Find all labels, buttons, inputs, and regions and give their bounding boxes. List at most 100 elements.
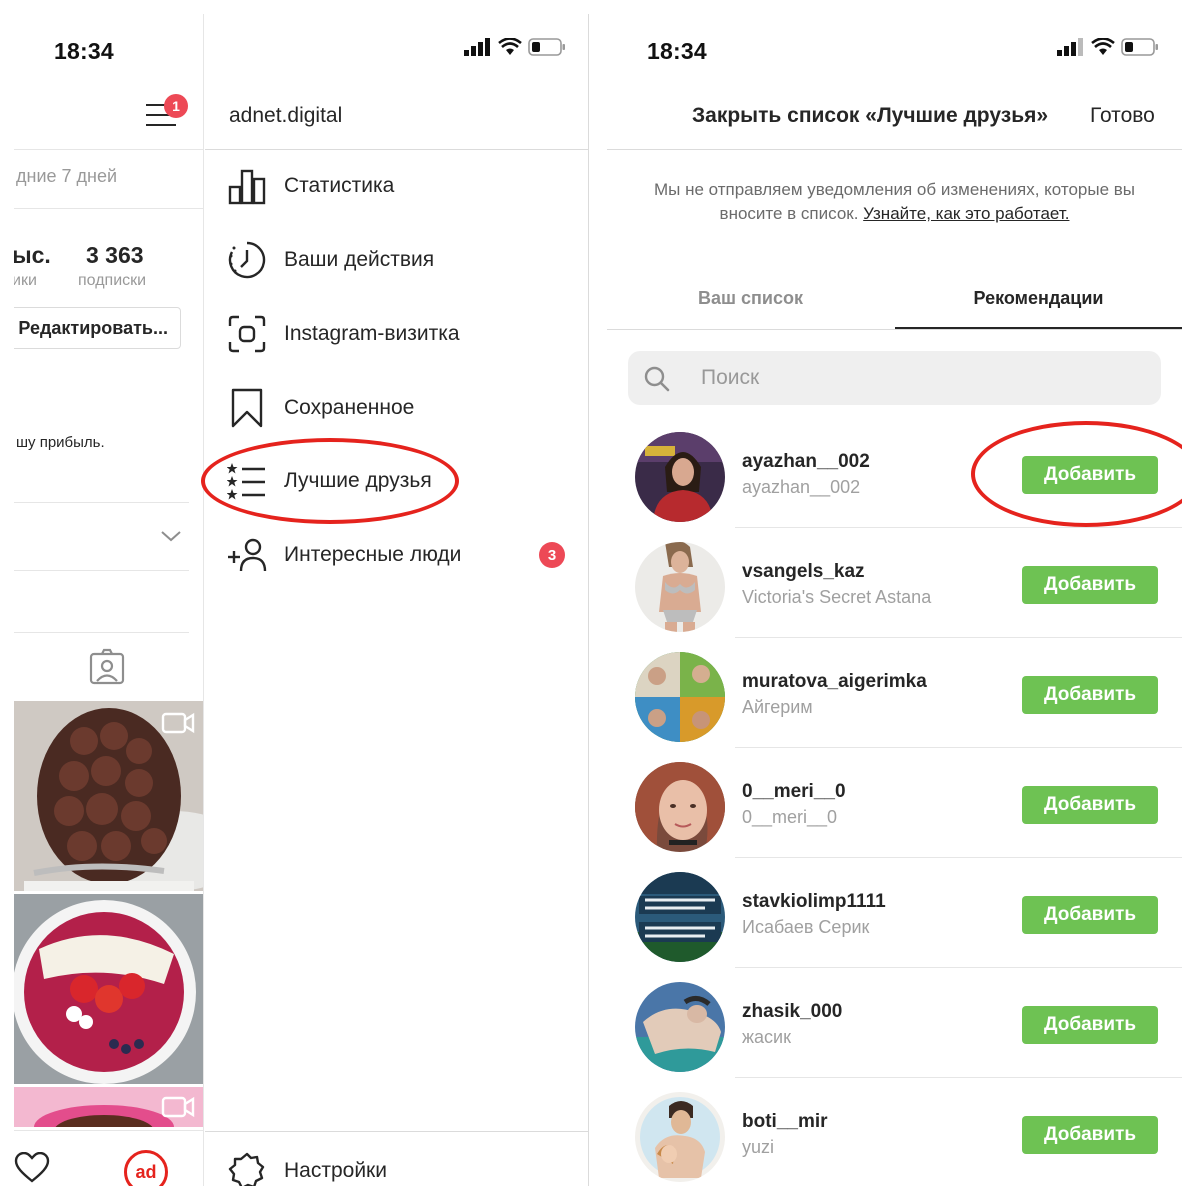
add-button[interactable]: Добавить xyxy=(1022,676,1158,714)
insights-divider xyxy=(14,208,203,209)
bio-divider xyxy=(14,502,189,503)
header-divider xyxy=(14,149,203,150)
stat-following-label: подписки xyxy=(78,272,147,289)
search-bar[interactable] xyxy=(628,351,1161,405)
left-screen: 18:34 1 дние 7 дней ыс. ики 3 363 подпис… xyxy=(14,14,589,1186)
full-name: yuzi xyxy=(742,1137,775,1157)
add-button[interactable]: Добавить xyxy=(1022,1116,1158,1154)
battery-icon xyxy=(1121,38,1158,56)
tabs-divider xyxy=(14,632,189,633)
post-thumbnail-partial[interactable] xyxy=(14,1087,203,1127)
post-thumbnail-chocolate[interactable] xyxy=(14,701,203,891)
list-item[interactable]: muratova_aigerimka Айгерим Добавить xyxy=(607,638,1182,748)
menu-item-nametag[interactable]: Instagram-визитка xyxy=(205,304,588,364)
bottom-bar-divider xyxy=(14,1130,203,1131)
full-name: Айгерим xyxy=(742,697,813,717)
tagged-photos-icon[interactable] xyxy=(88,648,126,686)
post-thumbnail-smoothie-bowl[interactable] xyxy=(14,894,203,1084)
menu-item-discover-people[interactable]: Интересные люди 3 xyxy=(205,525,588,585)
notification-badge: 3 xyxy=(539,542,565,568)
menu-item-settings[interactable]: Настройки xyxy=(205,1141,588,1186)
stat-followers-label: ики xyxy=(14,272,37,289)
menu-notification-badge: 1 xyxy=(164,94,188,118)
menu-label: Ваши действия xyxy=(284,248,435,271)
cellular-signal-icon xyxy=(464,38,490,56)
battery-icon xyxy=(528,38,565,56)
menu-item-your-activity[interactable]: Ваши действия xyxy=(205,230,588,290)
video-icon xyxy=(161,712,195,734)
info-notice: Мы не отправляем уведомления об изменени… xyxy=(647,178,1142,226)
chevron-down-icon[interactable] xyxy=(160,528,182,544)
username: 0__meri__0 xyxy=(742,781,846,802)
list-item[interactable]: vsangels_kaz Victoria's Secret Astana До… xyxy=(607,528,1182,638)
menu-label: Интересные люди xyxy=(284,543,462,566)
drawer-username: adnet.digital xyxy=(229,104,343,127)
avatar[interactable] xyxy=(635,1092,725,1182)
profile-avatar-tab[interactable]: ad xyxy=(124,1150,168,1186)
wifi-icon xyxy=(1091,38,1115,55)
menu-item-statistics[interactable]: Статистика xyxy=(205,156,588,216)
status-time: 18:34 xyxy=(647,38,707,64)
status-icons xyxy=(1057,38,1159,56)
nametag-icon xyxy=(227,314,267,354)
menu-item-saved[interactable]: Сохраненное xyxy=(205,378,588,438)
bookmark-icon xyxy=(227,388,267,428)
username: muratova_aigerimka xyxy=(742,671,927,692)
heart-icon[interactable] xyxy=(14,1152,50,1184)
add-button[interactable]: Добавить xyxy=(1022,896,1158,934)
wifi-icon xyxy=(498,38,522,55)
search-icon xyxy=(644,366,670,392)
full-name: жасик xyxy=(742,1027,791,1047)
annotation-circle xyxy=(201,438,459,524)
activity-clock-icon xyxy=(227,240,267,280)
side-menu-drawer: adnet.digital Статистика Ваши действия I… xyxy=(201,14,589,1186)
menu-label: Статистика xyxy=(284,174,395,197)
username: zhasik_000 xyxy=(742,1001,843,1022)
avatar[interactable] xyxy=(635,652,725,742)
add-button[interactable]: Добавить xyxy=(1022,786,1158,824)
learn-more-link[interactable]: Узнайте, как это работает. xyxy=(863,204,1069,223)
add-button[interactable]: Добавить xyxy=(1022,566,1158,604)
add-button[interactable]: Добавить xyxy=(1022,1006,1158,1044)
menu-label: Сохраненное xyxy=(284,396,415,419)
settings-gear-icon xyxy=(227,1151,267,1186)
bio-text: шу прибыль. xyxy=(16,434,105,451)
add-person-icon xyxy=(227,535,267,575)
header-divider xyxy=(607,149,1182,150)
list-item[interactable]: boti__mir yuzi Добавить xyxy=(607,1078,1182,1186)
menu-label: Настройки xyxy=(284,1159,387,1182)
edit-profile-button[interactable]: Редактировать... xyxy=(14,307,181,349)
status-icons xyxy=(464,38,566,56)
avatar[interactable] xyxy=(635,542,725,632)
full-name: Victoria's Secret Astana xyxy=(742,587,932,607)
full-name: 0__meri__0 xyxy=(742,807,838,827)
search-input[interactable] xyxy=(701,351,1101,405)
username: boti__mir xyxy=(742,1111,828,1132)
list-item[interactable]: 0__meri__0 0__meri__0 Добавить xyxy=(607,748,1182,858)
avatar[interactable] xyxy=(635,432,725,522)
cellular-signal-icon xyxy=(1057,38,1083,56)
tabs-divider xyxy=(607,329,1182,330)
username: stavkiolimp1111 xyxy=(742,891,886,912)
settings-divider xyxy=(205,1131,588,1132)
list-item[interactable]: stavkiolimp1111 Исабаев Серик Добавить xyxy=(607,858,1182,968)
list-item[interactable]: zhasik_000 жасик Добавить xyxy=(607,968,1182,1078)
avatar[interactable] xyxy=(635,982,725,1072)
section-divider xyxy=(14,570,189,571)
right-screen: 18:34 Закрыть список «Лучшие друзья» Гот… xyxy=(607,14,1182,1186)
username: vsangels_kaz xyxy=(742,561,865,582)
avatar[interactable] xyxy=(635,872,725,962)
drawer-divider xyxy=(205,149,588,150)
avatar[interactable] xyxy=(635,762,725,852)
stat-followers-value: ыс. xyxy=(14,242,51,268)
page-title: Закрыть список «Лучшие друзья» xyxy=(692,104,1049,127)
stat-following-value: 3 363 xyxy=(86,242,144,268)
username: ayazhan__002 xyxy=(742,451,870,472)
done-button[interactable]: Готово xyxy=(1090,104,1155,128)
status-time: 18:34 xyxy=(54,38,114,64)
tab-your-list[interactable]: Ваш список xyxy=(607,288,894,309)
full-name: Исабаев Серик xyxy=(742,917,870,937)
tab-suggestions[interactable]: Рекомендации xyxy=(895,288,1182,309)
video-icon xyxy=(161,1096,195,1118)
profile-pane: 18:34 1 дние 7 дней ыс. ики 3 363 подпис… xyxy=(14,14,204,1186)
